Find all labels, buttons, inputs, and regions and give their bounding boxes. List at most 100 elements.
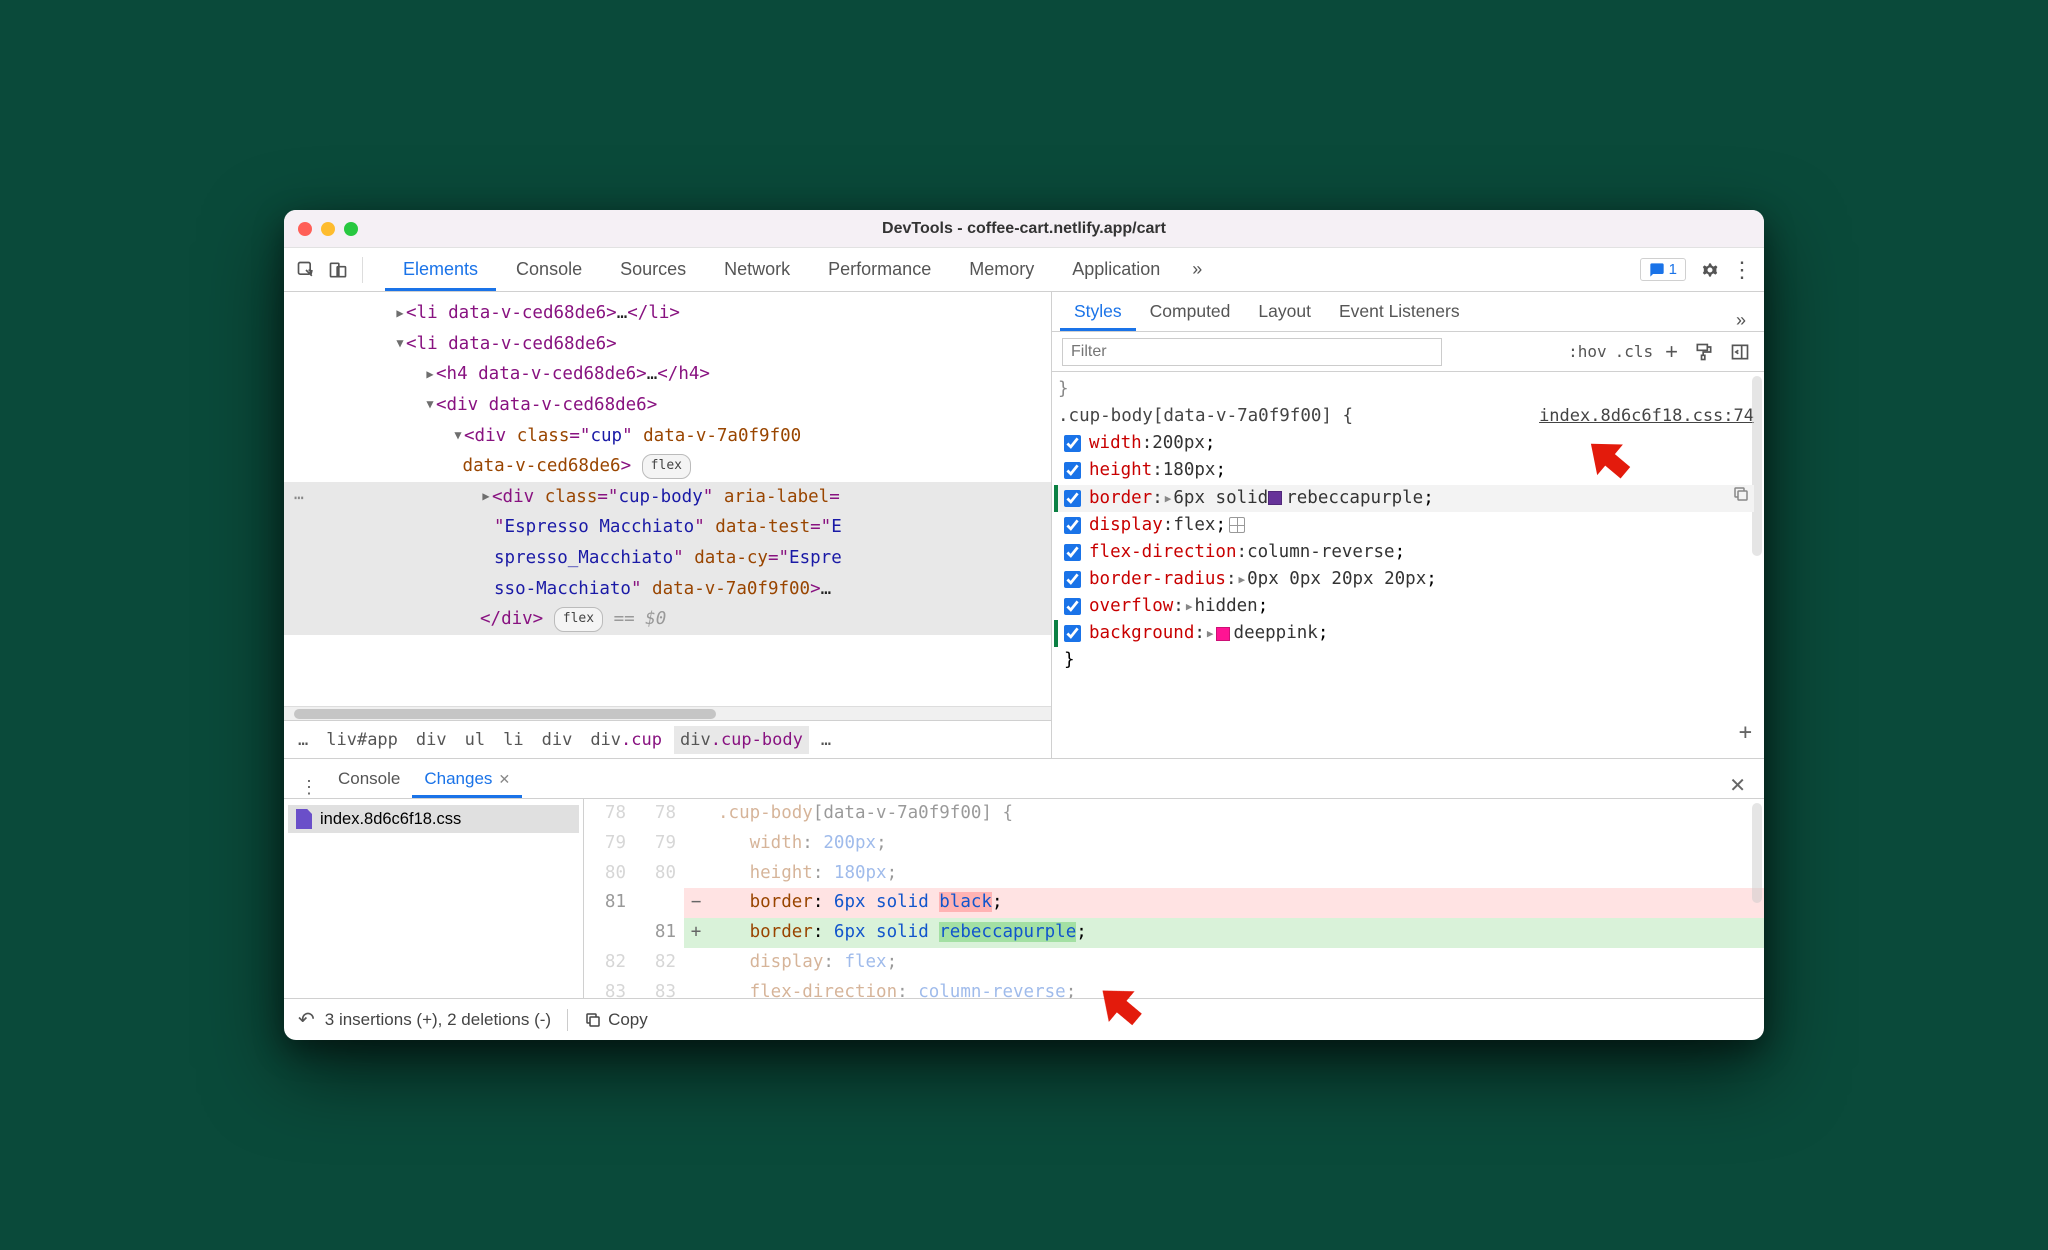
crumb[interactable]: div (410, 726, 453, 754)
drawer-menu-icon[interactable]: ⋮ (292, 777, 326, 798)
zoom-window[interactable] (344, 222, 358, 236)
add-rule-icon[interactable]: + (1739, 716, 1752, 750)
main-split: ▶<li data-v-ced68de6>…</li> ▼<li data-v-… (284, 292, 1764, 758)
tab-styles[interactable]: Styles (1060, 293, 1136, 331)
prop-toggle[interactable] (1064, 490, 1081, 507)
dom-node[interactable]: <li data-v-ced68de6> (406, 303, 617, 323)
prop-background[interactable]: background:▶deeppink; (1058, 620, 1754, 647)
new-rule-icon[interactable]: + (1661, 339, 1682, 365)
source-link[interactable]: index.8d6c6f18.css:74 (1539, 403, 1754, 430)
drawer-body: index.8d6c6f18.css 7878.cup-body[data-v-… (284, 799, 1764, 998)
dom-tree[interactable]: ▶<li data-v-ced68de6>…</li> ▼<li data-v-… (284, 292, 1051, 706)
tab-network[interactable]: Network (706, 249, 808, 291)
kebab-icon[interactable]: ⋮ (1728, 256, 1756, 284)
flex-badge[interactable]: flex (642, 454, 691, 479)
copy-label: Copy (608, 1010, 648, 1030)
changes-summary: 3 insertions (+), 2 deletions (-) (325, 1010, 551, 1030)
file-name: index.8d6c6f18.css (320, 810, 461, 829)
rule-close: } (1058, 647, 1754, 674)
prop-toggle[interactable] (1064, 462, 1081, 479)
dom-selected[interactable]: ⋯ ▶<div class="cup-body" aria-label= "Es… (284, 482, 1051, 635)
crumb[interactable]: liv#app (320, 726, 404, 754)
prop-border-radius[interactable]: border-radius:▶0px 0px 20px 20px; (1058, 566, 1754, 593)
tab-memory[interactable]: Memory (951, 249, 1052, 291)
drawer-tabs: ⋮ Console Changes✕ ✕ (284, 759, 1764, 799)
crumb[interactable]: ul (459, 726, 491, 754)
crumb-more[interactable]: … (292, 726, 314, 754)
titlebar: DevTools - coffee-cart.netlify.app/cart (284, 210, 1764, 248)
gear-icon[interactable] (1696, 256, 1724, 284)
crumb-selected[interactable]: div.cup-body (674, 726, 809, 754)
prop-display[interactable]: display: flex; (1058, 512, 1754, 539)
issues-badge[interactable]: 1 (1640, 258, 1686, 281)
crumb[interactable]: div (536, 726, 579, 754)
hscrollbar[interactable] (284, 706, 1051, 720)
tab-performance[interactable]: Performance (810, 249, 949, 291)
dom-node[interactable]: <h4 data-v-ced68de6> (436, 364, 647, 384)
tab-console[interactable]: Console (498, 249, 600, 291)
toggle-sidebar-icon[interactable] (1726, 342, 1754, 362)
prop-border[interactable]: border:▶6px solid rebeccapurple; (1058, 485, 1754, 512)
dom-node[interactable]: <div data-v-ced68de6> (436, 395, 657, 415)
crumb-more[interactable]: … (815, 726, 837, 754)
tab-layout[interactable]: Layout (1244, 293, 1325, 331)
prop-toggle[interactable] (1064, 544, 1081, 561)
styles-tabs: Styles Computed Layout Event Listeners » (1052, 292, 1764, 332)
rule-header[interactable]: .cup-body[data-v-7a0f9f00] { index.8d6c6… (1058, 403, 1754, 430)
prop-toggle[interactable] (1064, 517, 1081, 534)
prop-toggle[interactable] (1064, 571, 1081, 588)
styles-body[interactable]: } .cup-body[data-v-7a0f9f00] { index.8d6… (1052, 372, 1764, 758)
tab-event-listeners[interactable]: Event Listeners (1325, 293, 1474, 331)
cls-toggle[interactable]: .cls (1615, 342, 1654, 361)
elements-panel: ▶<li data-v-ced68de6>…</li> ▼<li data-v-… (284, 292, 1052, 758)
dom-node[interactable]: <li data-v-ced68de6> (406, 334, 617, 354)
devtools-window: DevTools - coffee-cart.netlify.app/cart … (284, 210, 1764, 1040)
prop-height[interactable]: height: 180px; (1058, 457, 1754, 484)
hov-toggle[interactable]: :hov (1568, 342, 1607, 361)
tab-elements[interactable]: Elements (385, 249, 496, 291)
traffic-lights (298, 222, 358, 236)
prop-overflow[interactable]: overflow:▶hidden; (1058, 593, 1754, 620)
prop-flex-direction[interactable]: flex-direction: column-reverse; (1058, 539, 1754, 566)
tab-computed[interactable]: Computed (1136, 293, 1245, 331)
inspect-icon[interactable] (292, 256, 320, 284)
flex-grid-icon[interactable] (1229, 517, 1245, 533)
tab-application[interactable]: Application (1054, 249, 1178, 291)
tab-sources[interactable]: Sources (602, 249, 704, 291)
paint-icon[interactable] (1690, 342, 1718, 362)
copy-icon[interactable] (1732, 485, 1754, 512)
color-swatch[interactable] (1268, 491, 1282, 505)
copy-icon[interactable]: Copy (584, 1010, 648, 1030)
changes-file[interactable]: index.8d6c6f18.css (288, 805, 579, 833)
window-title: DevTools - coffee-cart.netlify.app/cart (284, 220, 1764, 238)
prop-width[interactable]: width: 200px; (1058, 430, 1754, 457)
close-window[interactable] (298, 222, 312, 236)
color-swatch[interactable] (1216, 627, 1230, 641)
device-toggle-icon[interactable] (324, 256, 352, 284)
drawer-tab-changes[interactable]: Changes✕ (412, 761, 522, 798)
diff-view[interactable]: 7878.cup-body[data-v-7a0f9f00] { 7979 wi… (584, 799, 1764, 998)
prop-toggle[interactable] (1064, 598, 1081, 615)
styles-filter-row: :hov .cls + (1052, 332, 1764, 372)
prop-toggle[interactable] (1064, 435, 1081, 452)
main-tabs: Elements Console Sources Network Perform… (385, 248, 1178, 291)
styles-panel: Styles Computed Layout Event Listeners »… (1052, 292, 1764, 758)
minimize-window[interactable] (321, 222, 335, 236)
close-tab-icon[interactable]: ✕ (498, 771, 510, 788)
prop-toggle[interactable] (1064, 625, 1081, 642)
flex-badge[interactable]: flex (554, 607, 603, 632)
main-toolbar: Elements Console Sources Network Perform… (284, 248, 1764, 292)
undo-icon[interactable]: ↶ (298, 1007, 315, 1032)
crumb[interactable]: li (497, 726, 529, 754)
styles-filter-input[interactable] (1062, 338, 1442, 366)
drawer-tab-console[interactable]: Console (326, 761, 412, 798)
issues-count: 1 (1669, 261, 1677, 278)
more-tabs[interactable]: » (1182, 259, 1212, 280)
changes-status: ↶ 3 insertions (+), 2 deletions (-) Copy (284, 998, 1764, 1040)
css-file-icon (296, 809, 312, 829)
crumb[interactable]: div.cup (584, 726, 668, 754)
divider (362, 257, 363, 283)
drawer: ⋮ Console Changes✕ ✕ index.8d6c6f18.css … (284, 758, 1764, 1040)
more-style-tabs[interactable]: » (1726, 310, 1756, 331)
drawer-close-icon[interactable]: ✕ (1719, 773, 1756, 798)
